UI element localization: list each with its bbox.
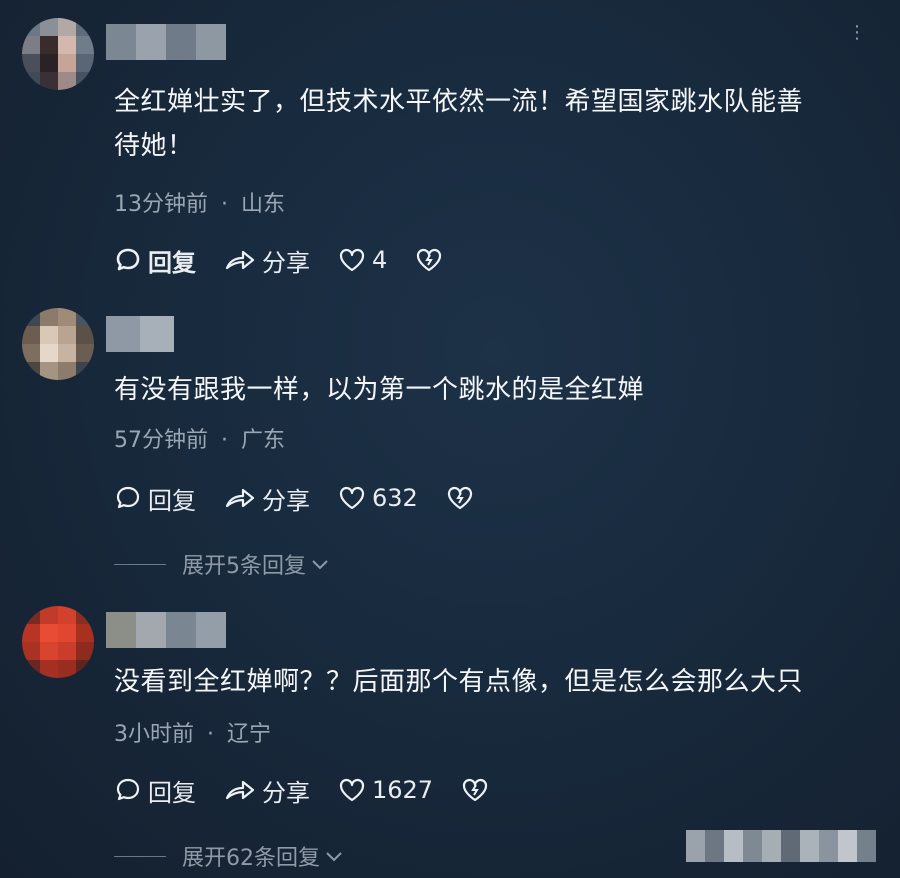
username-blurred[interactable] [106, 24, 226, 60]
comment-location: 山东 [241, 192, 286, 217]
dislike-button[interactable] [446, 485, 480, 511]
comment-time: 13分钟前 [114, 192, 208, 217]
avatar[interactable] [22, 606, 94, 678]
share-button[interactable]: 分享 [224, 243, 310, 278]
comment-meta: 13分钟前 · 山东 [114, 192, 286, 217]
comment-time: 57分钟前 [114, 428, 208, 453]
username-blurred[interactable] [106, 316, 174, 352]
broken-heart-icon [447, 486, 472, 510]
dislike-button[interactable] [461, 777, 495, 803]
chevron-down-icon [326, 852, 342, 862]
divider [114, 563, 166, 565]
comment-actions: 回复 分享 1627 [114, 772, 523, 808]
share-arrow-icon [225, 250, 255, 270]
chevron-down-icon [312, 560, 328, 570]
comment-text: 没看到全红婵啊？？后面那个有点像，但是怎么会那么大只 [114, 667, 804, 697]
like-button[interactable]: 1627 [338, 776, 433, 804]
divider [114, 855, 166, 857]
watermark-blurred [686, 830, 876, 862]
share-arrow-icon [225, 488, 255, 508]
comment-bubble-icon [116, 778, 140, 801]
heart-icon [339, 778, 365, 802]
avatar[interactable] [22, 18, 94, 90]
heart-icon [339, 486, 365, 510]
heart-icon [339, 248, 365, 272]
dislike-button[interactable] [415, 247, 449, 273]
expand-replies-button[interactable]: 展开62条回复 [114, 840, 344, 872]
reply-button[interactable]: 回复 [114, 481, 196, 516]
comment-location: 辽宁 [227, 722, 272, 747]
like-count: 4 [372, 246, 388, 274]
like-count: 632 [372, 484, 418, 512]
comment-actions: 回复 分享 632 [114, 480, 508, 516]
share-arrow-icon [225, 780, 255, 800]
comment-bubble-icon [116, 486, 140, 509]
more-icon[interactable]: ⋮ [848, 22, 866, 43]
comment-actions: 回复 分享 4 [114, 242, 477, 278]
broken-heart-icon [462, 778, 488, 802]
like-button[interactable]: 4 [338, 246, 387, 274]
share-button[interactable]: 分享 [224, 481, 310, 516]
comment-location: 广东 [241, 428, 286, 453]
avatar[interactable] [22, 308, 94, 380]
reply-button[interactable]: 回复 [114, 773, 196, 808]
comment-meta: 3小时前 · 辽宁 [114, 722, 272, 747]
reply-button[interactable]: 回复 [114, 243, 196, 278]
like-button[interactable]: 632 [338, 484, 418, 512]
expand-replies-button[interactable]: 展开5条回复 [114, 548, 330, 580]
like-count: 1627 [372, 776, 434, 804]
comment-text: 有没有跟我一样，以为第一个跳水的是全红婵 [114, 375, 645, 405]
comment-meta: 57分钟前 · 广东 [114, 428, 286, 453]
comment-bubble-icon [116, 248, 140, 271]
comment-time: 3小时前 [114, 722, 194, 747]
share-button[interactable]: 分享 [224, 773, 310, 808]
broken-heart-icon [417, 248, 442, 272]
comment-text: 全红婵壮实了，但技术水平依然一流！希望国家跳水队能善 待她！ [114, 87, 804, 161]
username-blurred[interactable] [106, 612, 226, 648]
